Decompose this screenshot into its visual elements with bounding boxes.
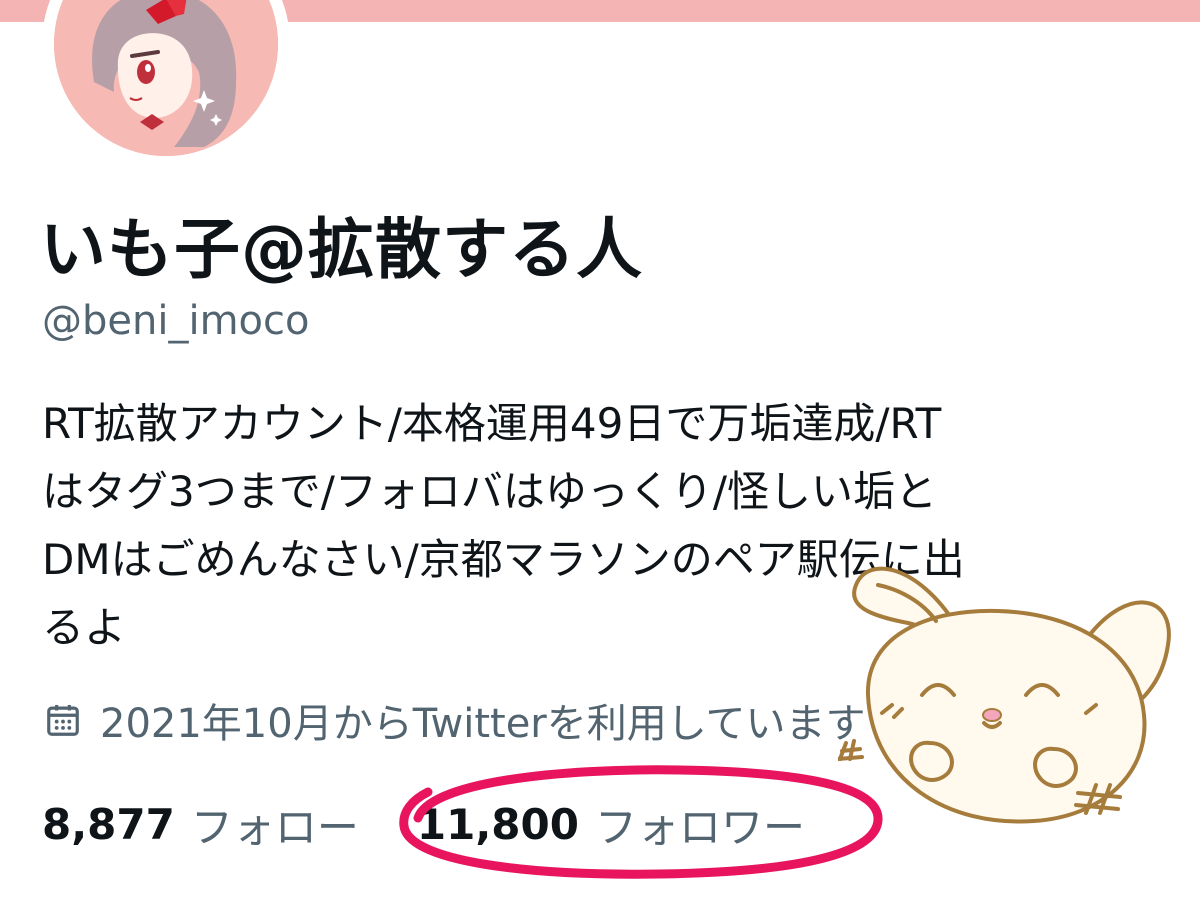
follow-stats: 8,877 フォロー 11,800 フォロワー xyxy=(42,792,805,856)
joined-date-text: 2021年10月からTwitterを利用しています xyxy=(100,701,866,747)
display-name: いも子@拡散する人 xyxy=(40,211,643,288)
bio-line: RT拡散アカウント/本格運用49日で万垢達成/RT xyxy=(42,399,942,448)
joined-date: 2021年10月からTwitterを利用しています xyxy=(44,690,866,750)
followers-label: フォロワー xyxy=(594,802,805,852)
user-handle: @beni_imoco xyxy=(42,298,310,344)
following-count: 8,877 xyxy=(42,799,175,849)
following-label: フォロー xyxy=(190,802,359,852)
bio-line: はタグ3つまで/フォロバはゆっくり/怪しい垢と xyxy=(42,467,938,516)
followers-count: 11,800 xyxy=(416,799,579,849)
bunny-sticker-icon xyxy=(838,566,1171,824)
following-link[interactable]: 8,877 フォロー xyxy=(42,794,359,855)
calendar-icon xyxy=(47,704,79,736)
profile-page: いも子@拡散する人 @beni_imoco RT拡散アカウント/本格運用49日で… xyxy=(0,0,1200,901)
followers-link[interactable]: 11,800 フォロワー xyxy=(417,794,805,855)
